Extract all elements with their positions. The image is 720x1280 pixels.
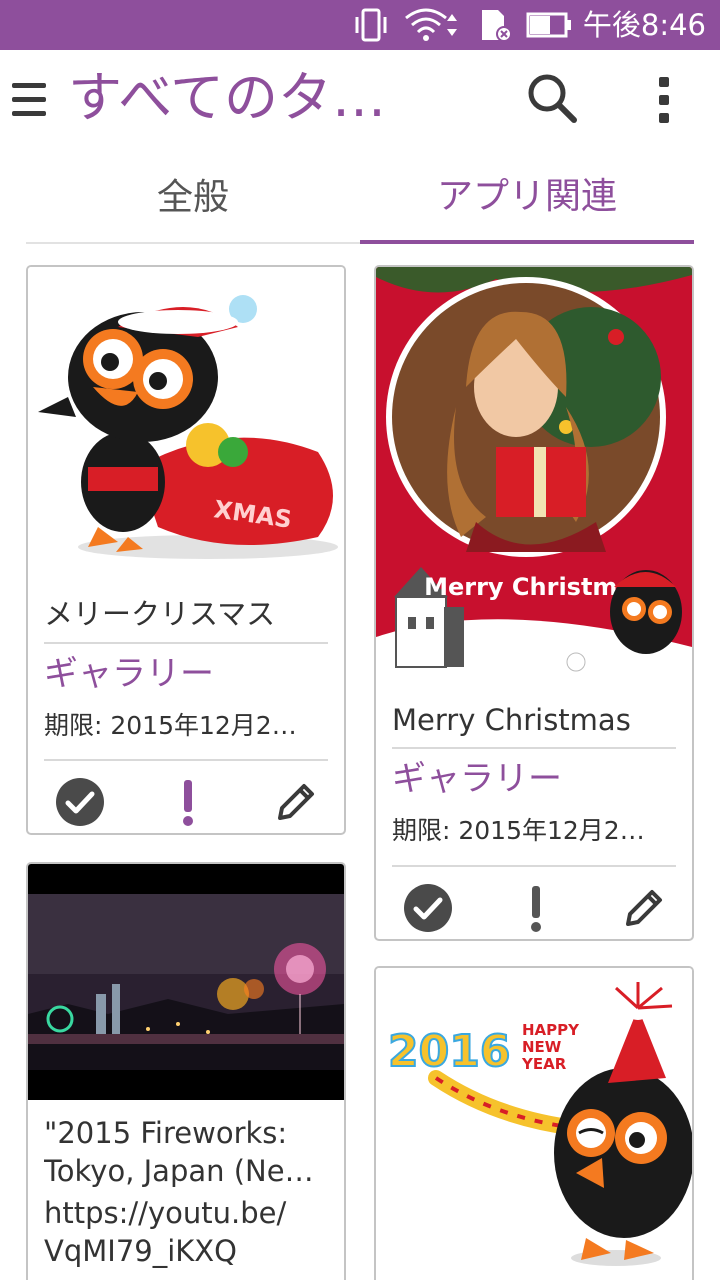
more-vert-icon[interactable] xyxy=(646,72,682,128)
divider xyxy=(392,865,676,867)
card-actions xyxy=(28,767,344,833)
exclamation-icon[interactable] xyxy=(158,767,218,833)
wifi-icon xyxy=(404,8,462,42)
divider xyxy=(44,759,328,761)
card-title: "2015 Fireworks: Tokyo, Japan (Ne… xyxy=(44,1116,314,1188)
card-deadline: 期限: 2015年12月2… xyxy=(392,816,645,845)
tab-bar: 全般 アプリ関連 xyxy=(26,146,694,244)
task-card[interactable]: Merry Christmas Merry Christmas ギャラリー 期限… xyxy=(374,265,694,941)
task-card[interactable]: XMAS メリークリスマス ギャラリー 期限: 2015年12月2… xyxy=(26,265,346,835)
card-image: 2016 HAPPY NEW YEAR xyxy=(376,968,692,1280)
card-image xyxy=(28,864,344,1100)
card-category: ギャラリー xyxy=(44,654,214,694)
search-icon[interactable] xyxy=(524,70,580,126)
card-link-line-1[interactable]: https://youtu.be/ xyxy=(44,1194,328,1232)
card-image: Merry Christmas xyxy=(376,267,692,689)
pencil-icon[interactable] xyxy=(614,873,674,939)
toolbar: すべてのタ… xyxy=(0,50,720,146)
card-image-text: YEAR xyxy=(521,1055,567,1073)
card-image-text: 2016 xyxy=(388,1026,510,1077)
task-card[interactable]: "2015 Fireworks: Tokyo, Japan (Ne… https… xyxy=(26,862,346,1280)
exclamation-icon[interactable] xyxy=(506,873,566,939)
task-card[interactable]: 2016 HAPPY NEW YEAR xyxy=(374,966,694,1280)
card-deadline: 期限: 2015年12月2… xyxy=(44,711,297,740)
sd-card-error-icon xyxy=(476,8,514,42)
pencil-icon[interactable] xyxy=(266,767,326,833)
card-title: メリークリスマス xyxy=(44,597,276,631)
card-image-text: NEW xyxy=(522,1038,562,1056)
card-actions xyxy=(376,873,692,939)
card-category: ギャラリー xyxy=(392,759,562,799)
check-circle-icon[interactable] xyxy=(50,767,110,833)
card-image-text: HAPPY xyxy=(522,1021,580,1039)
menu-icon[interactable] xyxy=(12,74,52,124)
check-circle-icon[interactable] xyxy=(398,873,458,939)
card-image: XMAS xyxy=(28,267,344,567)
card-link-line-2[interactable]: VqMI79_iKXQ xyxy=(44,1232,328,1270)
tab-general[interactable]: 全般 xyxy=(26,146,360,244)
page-title: すべてのタ… xyxy=(68,66,387,129)
status-time: 午後8:46 xyxy=(582,8,706,42)
card-title: Merry Christmas xyxy=(392,703,631,737)
vibrate-icon xyxy=(352,8,390,42)
battery-icon xyxy=(526,8,574,42)
divider xyxy=(392,747,676,749)
status-bar: 午後8:46 xyxy=(0,0,720,50)
tab-app-related[interactable]: アプリ関連 xyxy=(360,146,694,244)
divider xyxy=(44,642,328,644)
